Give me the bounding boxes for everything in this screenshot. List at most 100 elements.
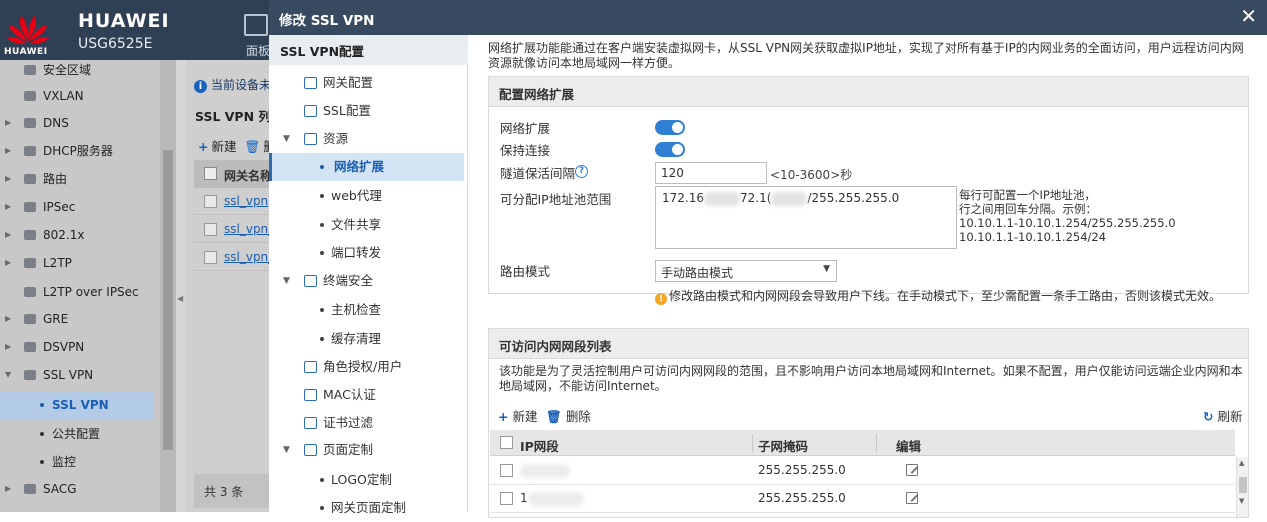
nav-network-extension[interactable]: 网络扩展	[269, 153, 464, 181]
ip-pool-textarea[interactable]: 172.16 72.1(/255.255.255.0	[655, 186, 957, 249]
column-divider[interactable]	[752, 434, 753, 452]
nav-ssl-config[interactable]: SSL配置	[269, 97, 468, 125]
nav-port-forward[interactable]: 端口转发	[269, 239, 468, 267]
gateway-link[interactable]: ssl_vpn	[224, 194, 268, 208]
table-row: ssl_vpn_	[194, 244, 274, 271]
collapse-arrow-icon[interactable]: ▼	[283, 125, 290, 153]
sidebar-item-vxlan[interactable]: VXLAN	[0, 82, 160, 110]
collapse-arrow-icon[interactable]: ▼	[283, 436, 290, 464]
network-extension-panel: 配置网络扩展 网络扩展 保持连接 隧道保活间隔 ? 120 <10-3600>秒…	[488, 76, 1249, 305]
intranet-segments-panel: 可访问内网网段列表 该功能是为了灵活控制用户可访问内网网段的范围，且不影响用户访…	[488, 328, 1249, 518]
sidebar-collapse-handle[interactable]: ◀	[176, 60, 186, 512]
terminal-icon	[304, 275, 317, 287]
route-mode-select[interactable]: 手动路由模式 ▼	[655, 260, 837, 282]
sidebar-item-sacg[interactable]: ▶ SACG	[0, 475, 160, 503]
sidebar-item-route[interactable]: ▶ 路由	[0, 165, 160, 193]
bullet	[320, 478, 324, 482]
trash-icon[interactable]: 🗑	[245, 139, 261, 154]
expand-arrow-icon[interactable]: ▶	[5, 221, 11, 249]
nav-gateway-page[interactable]: 网关页面定制	[269, 494, 468, 522]
new-button[interactable]: 新建	[211, 139, 236, 154]
sidebar-item-dhcp[interactable]: ▶ DHCP服务器	[0, 137, 160, 165]
nav-cert-filter[interactable]: 证书过滤	[269, 409, 468, 437]
sidebar-item-dns[interactable]: ▶ DNS	[0, 109, 160, 137]
expand-arrow-icon[interactable]: ▶	[5, 165, 11, 193]
nav-file-share[interactable]: 文件共享	[269, 211, 468, 239]
l2tp-ipsec-icon	[24, 287, 36, 297]
select-all-checkbox[interactable]	[204, 167, 217, 180]
sidebar-item-l2tp[interactable]: ▶ L2TP	[0, 249, 160, 277]
row-checkbox[interactable]	[204, 251, 217, 264]
sidebar-item-sslvpn[interactable]: ▼ SSL VPN	[0, 361, 160, 389]
nav-mac-auth[interactable]: MAC认证	[269, 381, 468, 409]
list-title: SSL VPN 列表	[195, 109, 273, 124]
main-area	[186, 60, 270, 512]
nav-resources[interactable]: ▼ 资源	[269, 125, 468, 153]
delete-segment-button[interactable]: 🗑 删除	[546, 406, 591, 425]
expand-arrow-icon[interactable]: ▶	[5, 249, 11, 277]
sidebar-item-common-config[interactable]: 公共配置	[0, 420, 160, 448]
sidebar-item-zone[interactable]: 安全区域	[0, 56, 160, 84]
collapse-arrow-icon[interactable]: ▼	[5, 361, 11, 389]
nav-terminal-security[interactable]: ▼ 终端安全	[269, 267, 468, 295]
sidebar-item-ipsec[interactable]: ▶ IPSec	[0, 193, 160, 221]
table-footer: 共 3 条	[194, 474, 274, 508]
add-icon[interactable]: +	[198, 139, 208, 154]
row-checkbox[interactable]	[500, 492, 513, 505]
table-scrollbar[interactable]: ▲ ▼	[1236, 457, 1248, 517]
help-icon[interactable]: ?	[575, 165, 588, 178]
expand-arrow-icon[interactable]: ▶	[5, 333, 11, 361]
sidebar-item-l2tp-ipsec[interactable]: L2TP over IPSec	[0, 278, 160, 306]
edit-sslvpn-dialog: 修改 SSL VPN ✕ SSL VPN配置 网关配置 SSL配置 ▼ 资源 网络…	[269, 0, 1267, 518]
scroll-thumb[interactable]	[1239, 477, 1247, 493]
expand-arrow-icon[interactable]: ▶	[5, 109, 11, 137]
sidebar-item-monitor[interactable]: 监控	[0, 448, 160, 476]
nav-page-custom[interactable]: ▼ 页面定制	[269, 436, 468, 464]
sidebar-scroll-thumb[interactable]	[163, 150, 173, 450]
nav-gateway-config[interactable]: 网关配置	[269, 69, 468, 97]
edit-icon[interactable]	[906, 464, 918, 476]
sidebar-item-sslvpn-sub[interactable]: SSL VPN	[0, 391, 154, 419]
expand-arrow-icon[interactable]: ▶	[5, 475, 11, 503]
collapse-arrow-icon[interactable]: ▼	[283, 267, 290, 295]
new-segment-button[interactable]: + 新建	[498, 406, 537, 425]
row-checkbox[interactable]	[204, 195, 217, 208]
vxlan-icon	[24, 91, 36, 101]
panel-header: 可访问内网网段列表	[489, 329, 1248, 359]
expand-arrow-icon[interactable]: ▶	[5, 137, 11, 165]
sidebar-item-8021x[interactable]: ▶ 802.1x	[0, 221, 160, 249]
gateway-link[interactable]: ssl_vpn_	[224, 250, 274, 264]
nav-web-proxy[interactable]: web代理	[269, 182, 468, 210]
edit-icon[interactable]	[906, 492, 918, 504]
tunnel-interval-input[interactable]: 120	[655, 162, 767, 184]
page-icon	[304, 444, 317, 456]
bullet	[40, 460, 44, 464]
nav-cache-clean[interactable]: 缓存清理	[269, 325, 468, 353]
dashboard-tab-icon[interactable]	[244, 14, 268, 36]
scroll-down-icon[interactable]: ▼	[1239, 497, 1244, 505]
sidebar-item-dsvpn[interactable]: ▶ DSVPN	[0, 333, 160, 361]
column-divider[interactable]	[876, 434, 877, 452]
dialog-titlebar: 修改 SSL VPN ✕	[269, 0, 1267, 35]
bg-toolbar: +新建🗑删除	[198, 136, 270, 155]
nav-host-check[interactable]: 主机检查	[269, 296, 468, 324]
network-extension-toggle[interactable]	[655, 120, 685, 135]
scroll-up-icon[interactable]: ▲	[1239, 459, 1244, 467]
sidebar: 安全区域 VXLAN ▶ DNS ▶ DHCP服务器 ▶ 路由 ▶ IPSec ▶ 802…	[0, 60, 160, 512]
keepalive-toggle[interactable]	[655, 142, 685, 157]
nav-logo-custom[interactable]: LOGO定制	[269, 466, 468, 494]
row-checkbox[interactable]	[500, 464, 513, 477]
expand-arrow-icon[interactable]: ▶	[5, 193, 11, 221]
expand-arrow-icon[interactable]: ▶	[5, 305, 11, 333]
row-checkbox[interactable]	[204, 223, 217, 236]
redacted-mask	[528, 492, 584, 506]
sidebar-item-gre[interactable]: ▶ GRE	[0, 305, 160, 333]
nav-role-auth[interactable]: 角色授权/用户	[269, 353, 468, 381]
ipsec-icon	[24, 202, 36, 212]
ip-pool-label: 可分配IP地址池范围	[500, 192, 612, 207]
gateway-link[interactable]: ssl_vpn_	[224, 222, 274, 236]
dashboard-tab-label[interactable]: 面板	[246, 42, 270, 59]
select-all-checkbox[interactable]	[500, 436, 513, 449]
close-icon[interactable]: ✕	[1240, 5, 1257, 27]
refresh-button[interactable]: ↻ 刷新	[1203, 406, 1242, 425]
